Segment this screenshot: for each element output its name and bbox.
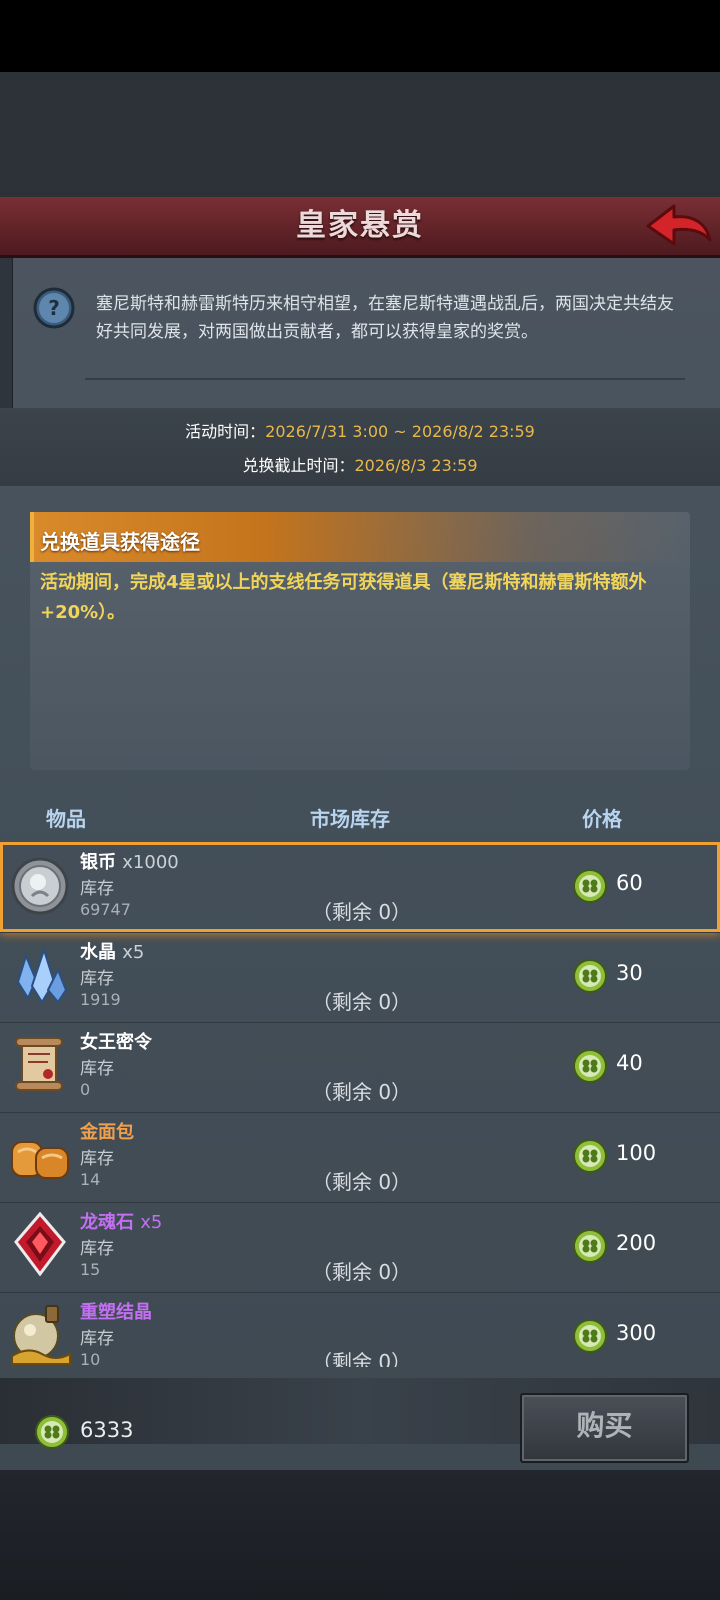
remaining-count: （剩余 0）: [312, 990, 412, 1014]
item-quantity: x5: [122, 942, 145, 963]
bottom-area: [0, 1470, 720, 1600]
list-item[interactable]: 重塑结晶 库存 10 （剩余 0） 300: [0, 1292, 720, 1367]
remaining-count: （剩余 0）: [312, 1260, 412, 1284]
item-name-text: 女王密令: [80, 1032, 152, 1053]
stock-label: 库存: [80, 1329, 114, 1349]
item-name: 龙魂石 x5: [80, 1208, 162, 1234]
redeem-deadline-row: 兑换截止时间：2026/8/3 23:59: [0, 452, 720, 476]
item-quantity: x1000: [122, 852, 179, 873]
scroll-icon: [15, 1037, 63, 1091]
remaining-count: （剩余 0）: [312, 1350, 412, 1367]
page-title: 皇家悬赏: [296, 208, 424, 243]
item-quantity: x5: [140, 1212, 163, 1233]
list-item[interactable]: 水晶 x5 库存 1919 （剩余 0） 30: [0, 932, 720, 1023]
item-name: 银币 x1000: [80, 848, 179, 874]
event-description: 塞尼斯特和赫雷斯特历来相守相望，在塞尼斯特遭遇战乱后，两国决定共结友好共同发展，…: [96, 294, 674, 342]
stock-value: 69747: [80, 900, 131, 919]
currency-balance: 6333: [80, 1418, 134, 1442]
stock-value: 1919: [80, 990, 121, 1009]
column-header-stock: 市场库存: [310, 807, 390, 831]
item-name-text: 重塑结晶: [80, 1302, 152, 1323]
item-list[interactable]: 银币 x1000 库存 69747 （剩余 0） 60 水晶 x5 库存 191…: [0, 842, 720, 1367]
bread-icon: [11, 1141, 69, 1179]
item-price: 200: [616, 1231, 657, 1255]
list-item[interactable]: 金面包 库存 14 （剩余 0） 100: [0, 1112, 720, 1203]
list-item[interactable]: 银币 x1000 库存 69747 （剩余 0） 60: [0, 842, 720, 933]
stock-value: 14: [80, 1170, 101, 1189]
item-price: 300: [616, 1321, 657, 1345]
back-arrow-icon: [646, 204, 712, 246]
obtain-title: 兑换道具获得途径: [40, 530, 200, 554]
item-price: 40: [616, 1051, 643, 1075]
panel-header: 皇家悬赏: [0, 197, 720, 258]
clover-coin-icon: [573, 1139, 607, 1173]
remaining-count: （剩余 0）: [312, 900, 412, 924]
column-header-price: 价格: [582, 807, 622, 831]
silver-coin-icon: [11, 857, 69, 915]
stock-label: 库存: [80, 1059, 114, 1079]
event-time-label: 活动时间：: [185, 422, 266, 441]
list-item[interactable]: 龙魂石 x5 库存 15 （剩余 0） 200: [0, 1202, 720, 1293]
remaining-count: （剩余 0）: [312, 1170, 412, 1194]
stock-value: 0: [80, 1080, 91, 1099]
stock-label: 库存: [80, 1149, 114, 1169]
buy-button[interactable]: 购买: [520, 1393, 689, 1463]
divider: [85, 378, 685, 380]
item-price: 30: [616, 961, 643, 985]
svg-text:?: ?: [48, 296, 60, 320]
list-item[interactable]: 女王密令 库存 0 （剩余 0） 40: [0, 1022, 720, 1113]
item-name-text: 水晶: [80, 942, 116, 963]
item-name: 重塑结晶: [80, 1298, 152, 1324]
item-name-text: 龙魂石: [80, 1212, 134, 1233]
stock-label: 库存: [80, 969, 114, 989]
status-bar-area: [0, 0, 720, 72]
item-name: 水晶 x5: [80, 938, 144, 964]
crystal-icon: [16, 946, 68, 1004]
remaining-count: （剩余 0）: [312, 1080, 412, 1104]
item-name: 金面包: [80, 1118, 134, 1144]
column-header-item: 物品: [46, 807, 86, 831]
clover-coin-icon: [573, 959, 607, 993]
item-name-text: 银币: [80, 852, 116, 873]
clover-coin-icon: [35, 1415, 69, 1449]
obtain-text: 活动期间，完成4星或以上的支线任务可获得道具（塞尼斯特和赫雷斯特额外+20%）。: [40, 572, 647, 623]
item-name-text: 金面包: [80, 1122, 134, 1143]
item-price: 60: [616, 871, 643, 895]
redeem-deadline-value: 2026/8/3 23:59: [354, 456, 478, 475]
event-time-row: 活动时间：2026/7/31 3:00 ~ 2026/8/2 23:59: [0, 418, 720, 442]
stock-label: 库存: [80, 1239, 114, 1259]
redeem-deadline-label: 兑换截止时间：: [242, 456, 355, 475]
item-price: 100: [616, 1141, 657, 1165]
back-button[interactable]: [644, 200, 714, 252]
time-info: 活动时间：2026/7/31 3:00 ~ 2026/8/2 23:59 兑换截…: [0, 408, 720, 486]
item-name: 女王密令: [80, 1028, 152, 1054]
stock-value: 15: [80, 1260, 101, 1279]
stock-label: 库存: [80, 879, 114, 899]
event-time-value: 2026/7/31 3:00 ~ 2026/8/2 23:59: [265, 422, 535, 441]
stock-value: 10: [80, 1350, 101, 1367]
clover-coin-icon: [573, 1049, 607, 1083]
clover-coin-icon: [573, 1319, 607, 1353]
reshape-crystal-flask-icon: [11, 1305, 71, 1365]
clover-coin-icon: [573, 869, 607, 903]
dragon-soul-gem-icon: [14, 1212, 66, 1276]
help-icon[interactable]: ?: [33, 287, 75, 329]
clover-coin-icon: [573, 1229, 607, 1263]
